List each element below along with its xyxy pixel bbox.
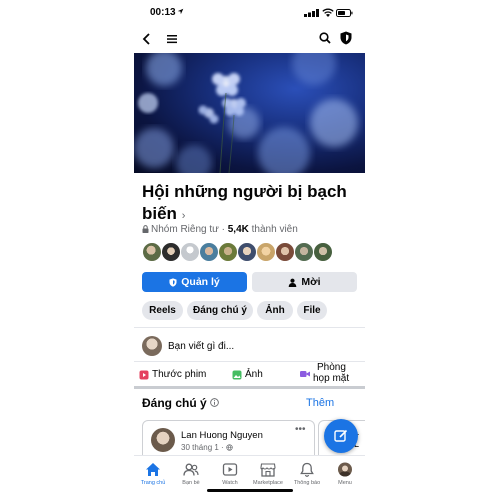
photo-action-label: Ảnh xyxy=(245,369,263,380)
tab-menu-label: Menu xyxy=(338,480,352,486)
group-meta: Nhóm Riêng tư · 5,4K thành viên xyxy=(142,224,298,235)
members-label[interactable]: thành viên xyxy=(252,224,298,235)
tab-friends[interactable]: Bạn bè xyxy=(172,456,210,499)
member-avatar xyxy=(199,242,219,262)
photo-action[interactable]: Ảnh xyxy=(232,369,263,380)
room-action-label-line2: họp mặt xyxy=(313,373,350,384)
featured-see-more-link[interactable]: Thêm xyxy=(306,397,334,409)
photo-icon xyxy=(232,370,242,379)
post-composer[interactable]: Bạn viết gì đi... xyxy=(134,332,365,360)
member-avatars[interactable] xyxy=(142,242,365,264)
post-date: 30 tháng 1 · xyxy=(181,443,233,452)
edit-icon xyxy=(334,429,348,442)
group-name-text: Hội những người bị bạch biến xyxy=(142,182,347,223)
marketplace-icon xyxy=(260,463,276,477)
featured-heading: Đáng chú ý xyxy=(142,396,207,410)
tab-home-label: Trang chủ xyxy=(140,480,166,486)
chip-photos[interactable]: Ảnh xyxy=(257,301,293,320)
member-count[interactable]: 5,4K xyxy=(228,224,249,235)
search-icon[interactable] xyxy=(319,32,331,44)
cover-flowers-image xyxy=(134,53,358,173)
tab-notifications[interactable]: Thông báo xyxy=(288,456,326,499)
shield-icon xyxy=(169,277,177,287)
video-room-icon xyxy=(300,371,310,377)
tab-home[interactable]: Trang chủ xyxy=(134,456,172,499)
post-more-options[interactable]: ••• xyxy=(295,424,306,435)
section-divider xyxy=(134,327,365,328)
info-icon[interactable] xyxy=(210,398,219,407)
watch-icon xyxy=(222,463,238,476)
room-action-label-line1: Phòng xyxy=(317,362,346,373)
reels-icon xyxy=(139,370,149,379)
status-time: 00:13 xyxy=(150,7,176,18)
post-actions-row: Thước phim Ảnh Phòng họp mặt xyxy=(134,362,365,386)
manage-button-label: Quản lý xyxy=(181,276,220,288)
member-avatar xyxy=(161,242,181,262)
manage-button[interactable]: Quản lý xyxy=(142,272,247,292)
invite-button[interactable]: Mời xyxy=(252,272,357,292)
group-name-chevron: › xyxy=(181,210,186,222)
composer-placeholder[interactable]: Bạn viết gì đi... xyxy=(168,341,234,352)
tab-friends-label: Bạn bè xyxy=(182,480,200,486)
tab-watch[interactable]: Watch xyxy=(211,456,249,499)
cellular-signal-icon xyxy=(304,9,319,17)
avatar-icon xyxy=(338,462,352,477)
meta-separator: · xyxy=(221,224,225,235)
member-avatar xyxy=(294,242,314,262)
chip-reels[interactable]: Reels xyxy=(142,301,183,320)
chip-featured[interactable]: Đáng chú ý xyxy=(187,301,253,320)
bottom-tab-bar: Trang chủ Bạn bè Watch Marketplace Thông… xyxy=(134,455,365,499)
globe-icon xyxy=(226,444,233,451)
group-privacy: Nhóm Riêng tư xyxy=(151,224,219,235)
compose-post-button[interactable] xyxy=(324,419,358,453)
add-person-icon xyxy=(289,278,297,287)
tab-watch-label: Watch xyxy=(222,480,238,486)
top-nav xyxy=(134,28,365,50)
tab-notifications-label: Thông báo xyxy=(293,480,321,486)
tab-menu[interactable]: Menu xyxy=(326,456,364,499)
location-arrow-icon xyxy=(177,8,184,15)
member-avatar xyxy=(313,242,333,262)
room-action[interactable]: Phòng họp mặt xyxy=(300,362,349,384)
hamburger-menu-icon[interactable] xyxy=(167,34,177,44)
tab-marketplace-label: Marketplace xyxy=(253,480,283,486)
member-avatar xyxy=(142,242,162,262)
post-author-name[interactable]: Lan Huong Nguyen xyxy=(181,430,263,441)
lock-icon xyxy=(142,225,149,233)
home-indicator xyxy=(207,489,293,492)
avatar xyxy=(142,336,162,356)
reels-action[interactable]: Thước phim xyxy=(139,369,206,380)
status-bar: 00:13 xyxy=(134,0,365,26)
phone-screen: 00:13 Hội những người bị bạch biến › Nhó… xyxy=(134,0,365,499)
shield-icon[interactable] xyxy=(340,31,352,45)
reels-action-label: Thước phim xyxy=(152,369,207,380)
group-cover-photo[interactable] xyxy=(134,53,365,173)
home-icon xyxy=(146,463,160,476)
member-avatar xyxy=(218,242,238,262)
wifi-icon xyxy=(322,8,334,17)
member-avatar xyxy=(237,242,257,262)
post-date-text: 30 tháng 1 · xyxy=(181,443,224,452)
chip-files[interactable]: File xyxy=(297,301,327,320)
member-avatar xyxy=(275,242,295,262)
member-avatar xyxy=(256,242,276,262)
group-name[interactable]: Hội những người bị bạch biến › xyxy=(142,181,357,227)
avatar[interactable] xyxy=(151,428,175,452)
member-avatar xyxy=(180,242,200,262)
bell-icon xyxy=(300,462,314,477)
battery-icon xyxy=(336,9,353,17)
tab-marketplace[interactable]: Marketplace xyxy=(249,456,287,499)
back-arrow-icon[interactable] xyxy=(142,33,152,45)
invite-button-label: Mời xyxy=(301,276,321,288)
friends-icon xyxy=(183,463,199,476)
